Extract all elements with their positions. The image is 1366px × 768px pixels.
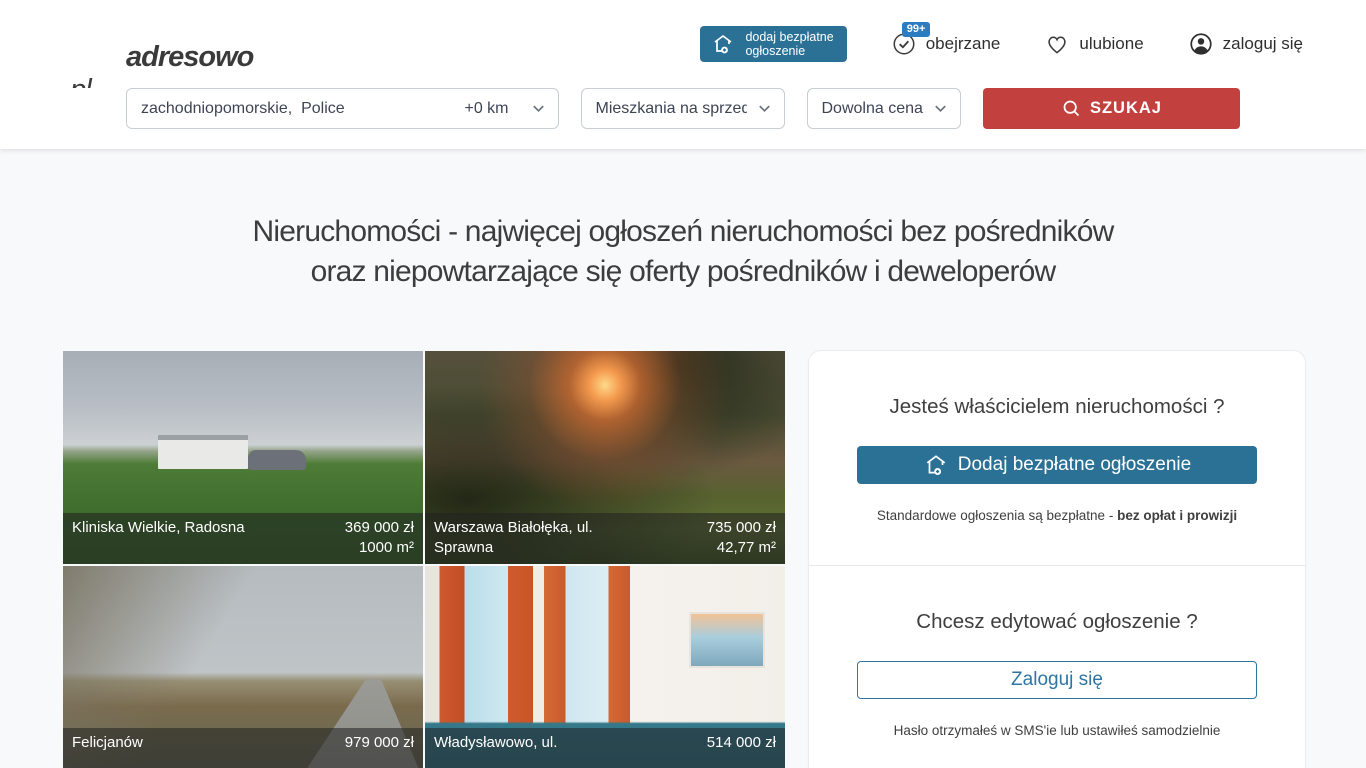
nav-item-viewed[interactable]: 99+ obejrzane (891, 31, 1001, 57)
viewed-count-badge: 99+ (902, 22, 931, 37)
add-listing-label-line1: dodaj bezpłatne (745, 30, 833, 44)
listing-caption: Władysławowo, ul. 514 000 zł (425, 728, 785, 768)
chevron-down-icon (531, 101, 546, 116)
edit-section: Chcesz edytować ogłoszenie ? Zaloguj się… (809, 565, 1305, 768)
page-title: Nieruchomości - najwięcej ogłoszeń nieru… (0, 212, 1366, 292)
radius-select[interactable]: +0 km (464, 100, 545, 118)
page-title-line2: oraz niepowtarzające się oferty pośredni… (311, 255, 1056, 288)
search-button-label: SZUKAJ (1090, 99, 1162, 118)
nav-item-login[interactable]: zaloguj się (1188, 31, 1303, 57)
location-field: +0 km (126, 88, 559, 129)
photo-wall-art-shape (691, 614, 763, 666)
photo-house-shape (158, 435, 248, 469)
page-title-line1: Nieruchomości - najwięcej ogłoszeń nieru… (253, 215, 1114, 248)
edit-section-title: Chcesz edytować ogłoszenie ? (857, 610, 1257, 634)
owner-section: Jesteś właścicielem nieruchomości ? Doda… (809, 351, 1305, 565)
listing-area: 42,77 m² (717, 539, 776, 556)
listing-location: Kliniska Wielkie, Radosna (72, 518, 245, 558)
listing-card[interactable]: Felicjanów 979 000 zł (63, 566, 423, 768)
owner-note-regular: Standardowe ogłoszenia są bezpłatne - (877, 508, 1117, 523)
add-listing-button[interactable]: dodaj bezpłatne ogłoszenie (700, 26, 846, 62)
owner-section-note: Standardowe ogłoszenia są bezpłatne - be… (857, 508, 1257, 523)
hero: Nieruchomości - najwięcej ogłoszeń nieru… (0, 149, 1366, 292)
chevron-down-icon (933, 101, 948, 116)
listing-caption: Kliniska Wielkie, Radosna 369 000 zł 100… (63, 513, 423, 564)
owner-note-bold: bez opłat i prowizji (1117, 508, 1237, 523)
listing-location: Warszawa Białołęka, ul. Sprawna (434, 518, 639, 558)
listing-price: 979 000 zł (345, 734, 414, 751)
top-bar: adresowo.pl dodaj bezpłatne ogłoszenie (0, 0, 1366, 149)
listing-location: Felicjanów (72, 733, 143, 768)
category-value: Mieszkania na sprzeda (596, 100, 747, 118)
nav-label-login: zaloguj się (1223, 34, 1303, 54)
price-select[interactable]: Dowolna cena (807, 88, 961, 129)
listing-card[interactable]: Kliniska Wielkie, Radosna 369 000 zł 100… (63, 351, 423, 564)
owner-section-title: Jesteś właścicielem nieruchomości ? (857, 395, 1257, 419)
listing-card[interactable]: Władysławowo, ul. 514 000 zł (425, 566, 785, 768)
chevron-down-icon (757, 101, 772, 116)
add-listing-label-line2: ogłoszenie (745, 44, 805, 58)
listing-caption: Warszawa Białołęka, ul. Sprawna 735 000 … (425, 513, 785, 564)
add-free-listing-label: Dodaj bezpłatne ogłoszenie (958, 454, 1191, 476)
listing-area: 1000 m² (359, 539, 414, 556)
login-button[interactable]: Zaloguj się (857, 661, 1257, 699)
listings-grid: Kliniska Wielkie, Radosna 369 000 zł 100… (63, 351, 785, 768)
owner-sidebar: Jesteś właścicielem nieruchomości ? Doda… (809, 351, 1305, 768)
radius-value: +0 km (464, 100, 508, 118)
nav-label-viewed: obejrzane (926, 34, 1001, 54)
search-icon (1061, 98, 1082, 119)
nav-item-favorites[interactable]: ulubione (1044, 31, 1143, 57)
listing-location: Władysławowo, ul. (434, 733, 557, 768)
location-input[interactable] (141, 100, 464, 118)
main-content: Kliniska Wielkie, Radosna 369 000 zł 100… (0, 351, 1366, 768)
photo-car-shape (248, 450, 306, 470)
listing-card[interactable]: Warszawa Białołęka, ul. Sprawna 735 000 … (425, 351, 785, 564)
search-bar: +0 km Mieszkania na sprzeda Dowolna cena… (63, 88, 1303, 149)
heart-icon (1044, 31, 1070, 57)
logo-main: adresowo (63, 41, 316, 74)
listing-caption: Felicjanów 979 000 zł (63, 728, 423, 768)
edit-section-note: Hasło otrzymałeś w SMS'ie lub ustawiłeś … (857, 723, 1257, 738)
nav-label-favorites: ulubione (1079, 34, 1143, 54)
check-circle-icon: 99+ (891, 31, 917, 57)
add-free-listing-button[interactable]: Dodaj bezpłatne ogłoszenie (857, 446, 1257, 484)
house-plus-icon (923, 452, 949, 478)
listing-price: 369 000 zł (345, 519, 414, 536)
login-button-label: Zaloguj się (1011, 669, 1103, 690)
house-plus-icon (710, 31, 736, 57)
listing-price: 735 000 zł (707, 519, 776, 536)
category-select[interactable]: Mieszkania na sprzeda (581, 88, 785, 129)
search-button[interactable]: SZUKAJ (983, 88, 1240, 129)
price-value: Dowolna cena (822, 100, 923, 118)
user-circle-icon (1188, 31, 1214, 57)
listing-price: 514 000 zł (707, 734, 776, 751)
